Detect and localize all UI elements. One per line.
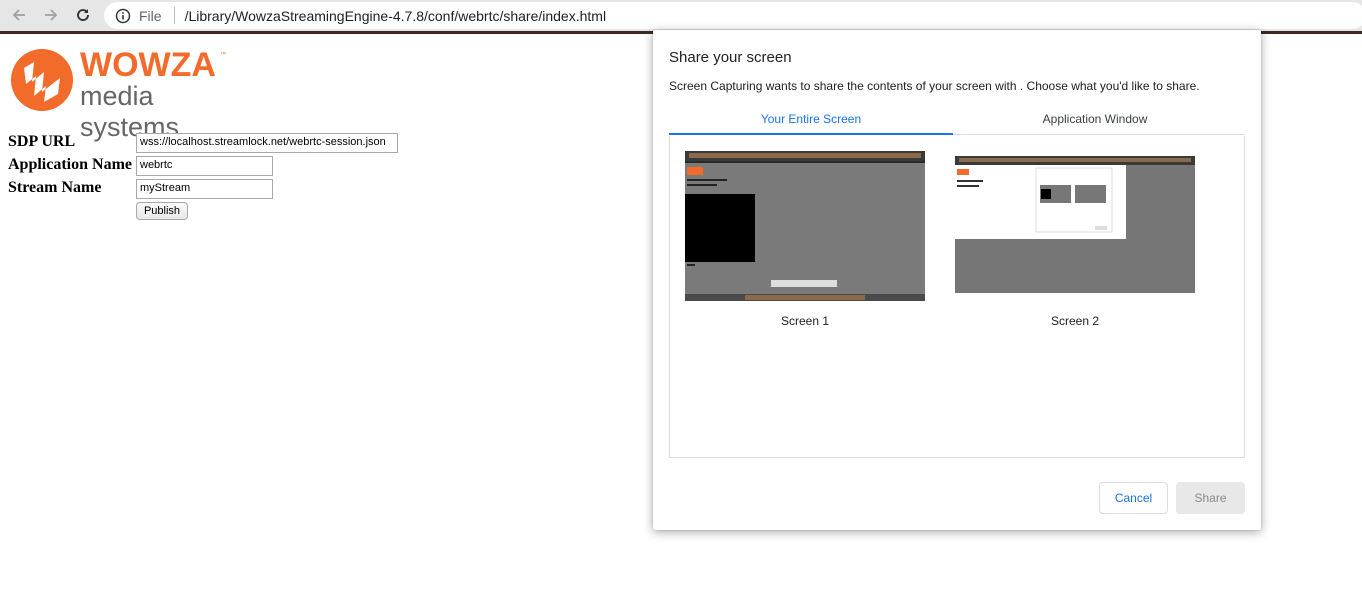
tab-divider xyxy=(953,134,1245,135)
wowza-logo: WOWZA ™ media systems xyxy=(10,46,240,142)
screen-1-thumbnail[interactable] xyxy=(685,151,925,301)
stream-name-input[interactable]: myStream xyxy=(136,179,273,199)
stream-name-label: Stream Name xyxy=(8,179,102,196)
url-text[interactable]: /Library/WowzaStreamingEngine-4.7.8/conf… xyxy=(185,8,607,24)
cancel-button[interactable]: Cancel xyxy=(1099,482,1168,514)
tab-application-window[interactable]: Application Window xyxy=(953,112,1237,136)
wowza-logo-icon xyxy=(11,49,73,111)
screen-1-preview xyxy=(685,151,925,301)
screen-1-label[interactable]: Screen 1 xyxy=(685,314,925,328)
back-button[interactable] xyxy=(8,4,30,26)
screen-2-thumbnail[interactable] xyxy=(955,156,1195,293)
application-name-input[interactable]: webrtc xyxy=(136,156,273,176)
screen-2-label[interactable]: Screen 2 xyxy=(955,314,1195,328)
sdp-url-input[interactable]: wss://localhost.streamlock.net/webrtc-se… xyxy=(136,133,398,153)
back-arrow-icon xyxy=(12,9,25,21)
scheme-label: File xyxy=(139,7,162,24)
application-name-label: Application Name xyxy=(8,156,132,173)
active-tab-indicator xyxy=(669,133,953,135)
dialog-description: Screen Capturing wants to share the cont… xyxy=(669,79,1200,93)
publish-button[interactable]: Publish xyxy=(136,202,188,220)
divider xyxy=(173,7,175,24)
browser-toolbar: File /Library/WowzaStreamingEngine-4.7.8… xyxy=(0,0,1362,31)
info-icon[interactable] xyxy=(115,8,131,24)
logo-trademark: ™ xyxy=(220,52,226,58)
reload-button[interactable] xyxy=(72,4,94,26)
forward-button[interactable] xyxy=(40,4,62,26)
sdp-url-label: SDP URL xyxy=(8,133,76,150)
reload-icon xyxy=(77,9,89,21)
screen-2-preview xyxy=(955,156,1195,293)
address-bar[interactable]: File /Library/WowzaStreamingEngine-4.7.8… xyxy=(104,2,1362,29)
dialog-title: Share your screen xyxy=(669,49,792,66)
share-button[interactable]: Share xyxy=(1176,482,1245,514)
forward-arrow-icon xyxy=(45,9,58,21)
logo-wordmark: WOWZA xyxy=(80,46,216,84)
share-screen-dialog: Share your screen Screen Capturing wants… xyxy=(653,30,1261,530)
screen-picker-panel: Screen 1 Screen 2 xyxy=(669,136,1245,458)
